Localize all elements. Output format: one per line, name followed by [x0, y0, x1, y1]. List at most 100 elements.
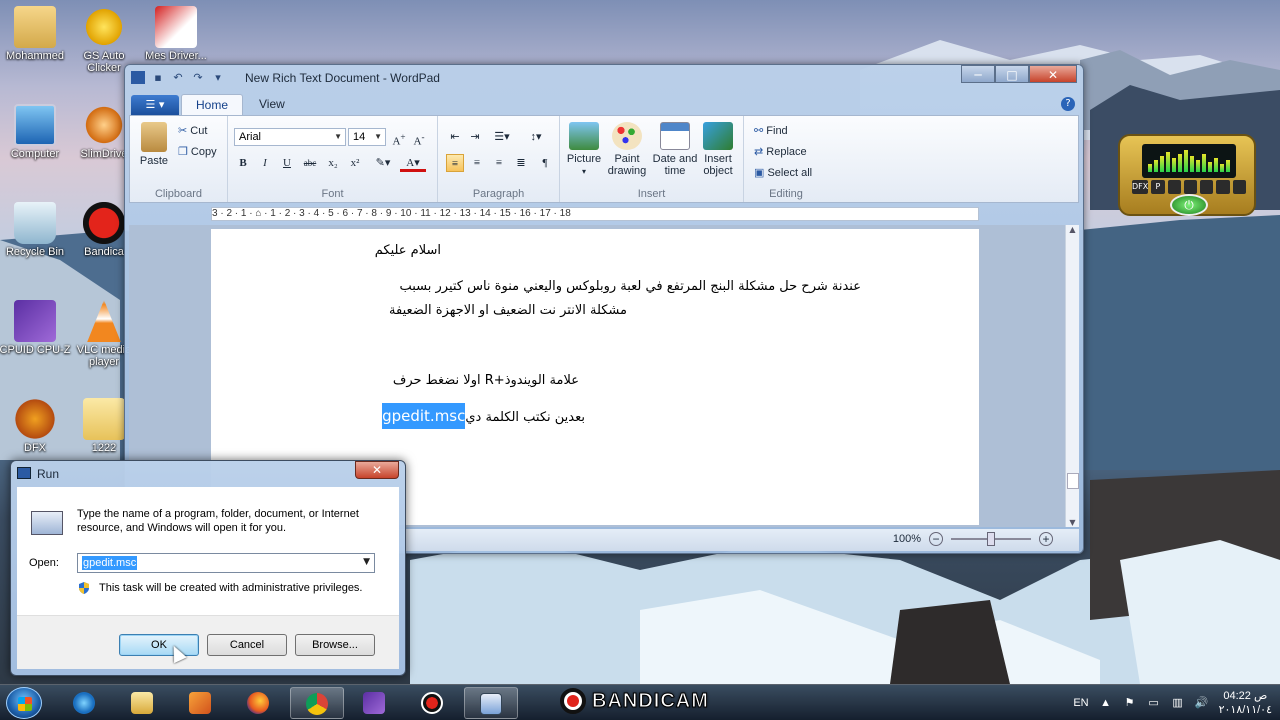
device-icon[interactable]: ▭ [1147, 696, 1161, 710]
taskbar-wordpad[interactable] [464, 687, 518, 719]
align-center-icon[interactable]: ≡ [468, 154, 486, 172]
help-icon[interactable]: ? [1061, 97, 1075, 111]
doc-line-3: مشكلة الانتر نت الضعيف او الاجهزة الضعيف… [389, 303, 627, 318]
scroll-down-icon[interactable]: ▼ [1066, 518, 1079, 527]
paste-button[interactable]: Paste [136, 122, 172, 167]
bullets-icon[interactable]: ☰▾ [488, 128, 516, 146]
date-time-button[interactable]: Date and time [652, 122, 698, 177]
increase-indent-icon[interactable]: ⇥ [466, 128, 484, 146]
close-button[interactable]: ✕ [1029, 65, 1077, 83]
zoom-in-button[interactable]: + [1039, 532, 1053, 546]
paragraph-dialog-icon[interactable]: ¶ [536, 154, 554, 172]
cut-button[interactable]: ✂ Cut [178, 124, 207, 137]
save-icon[interactable]: ▪ [151, 71, 165, 84]
taskbar-ie[interactable] [58, 687, 112, 719]
taskbar-media-player[interactable] [174, 687, 228, 719]
taskbar-bandicam[interactable] [406, 687, 460, 719]
select-all-button[interactable]: ▣ Select all [754, 166, 812, 179]
taskbar-chrome[interactable] [290, 687, 344, 719]
chevron-down-icon[interactable]: ▼ [363, 557, 370, 567]
desktop-icon-computer[interactable]: Computer [0, 104, 73, 160]
strikethrough-button[interactable]: abc [300, 154, 320, 172]
browse-button[interactable]: Browse... [295, 634, 375, 656]
chevron-down-icon: ▼ [374, 132, 382, 141]
picture-button[interactable]: Picture ▾ [566, 122, 602, 178]
vertical-scrollbar[interactable]: ▲ ▼ [1065, 225, 1079, 527]
widget-button-5[interactable] [1200, 180, 1214, 194]
widget-button-7[interactable] [1232, 180, 1247, 194]
tab-home[interactable]: Home [181, 94, 244, 115]
bold-button[interactable]: B [234, 154, 252, 172]
copy-button[interactable]: ❐ Copy [178, 145, 217, 158]
desktop-icon-mes-driver[interactable]: Mes Driver... [138, 6, 214, 62]
widget-button-6[interactable] [1216, 180, 1230, 194]
taskbar-firefox[interactable] [232, 687, 286, 719]
widget-button-3[interactable] [1167, 180, 1181, 194]
run-dialog[interactable]: Run ✕ Type the name of a program, folder… [10, 460, 406, 676]
ruler[interactable]: 3 · 2 · 1 · ⌂ · 1 · 2 · 3 · 4 · 5 · 6 · … [211, 207, 979, 221]
slimdrive-icon [83, 104, 125, 146]
font-size-select[interactable]: 14 ▼ [348, 128, 386, 146]
align-right-icon[interactable]: ≡ [490, 154, 508, 172]
start-button[interactable] [6, 687, 42, 719]
network-icon[interactable]: ▥ [1171, 696, 1185, 710]
wordpad-titlebar[interactable]: ▪ ↶ ↷ ▾ New Rich Text Document - WordPad… [125, 65, 1083, 91]
align-left-icon[interactable]: ≡ [446, 154, 464, 172]
underline-button[interactable]: U [278, 154, 296, 172]
scrollbar-thumb[interactable] [1067, 473, 1079, 489]
minimize-button[interactable]: ─ [961, 65, 995, 83]
copy-icon: ❐ [178, 146, 191, 158]
action-center-flag-icon[interactable]: ⚑ [1123, 696, 1137, 710]
recycle-bin-icon [14, 202, 56, 244]
taskbar-clock[interactable]: ص 04:22 ٢٠١٨/١١/٠٤ [1219, 689, 1272, 717]
font-color-icon[interactable]: A▾ [400, 154, 426, 172]
find-button[interactable]: ⚯ Find [754, 124, 788, 137]
superscript-button[interactable]: x² [346, 154, 364, 172]
language-indicator[interactable]: EN [1073, 697, 1088, 709]
zoom-out-button[interactable]: − [929, 532, 943, 546]
taskbar-cpu-z[interactable] [348, 687, 402, 719]
run-program-icon [31, 511, 63, 535]
insert-object-button[interactable]: Insert object [698, 122, 738, 177]
cancel-button[interactable]: Cancel [207, 634, 287, 656]
zoom-slider-knob[interactable] [987, 532, 995, 546]
justify-icon[interactable]: ≣ [512, 154, 530, 172]
power-icon[interactable]: ⏻ [1170, 194, 1208, 216]
dfx-button[interactable]: DFX [1132, 180, 1149, 194]
undo-icon[interactable]: ↶ [171, 71, 185, 84]
desktop-icon-recycle-bin[interactable]: Recycle Bin [0, 202, 73, 258]
paint-drawing-button[interactable]: Paint drawing [604, 122, 650, 177]
bandicam-watermark: BANDICAM [560, 686, 709, 716]
subscript-button[interactable]: x₂ [324, 154, 342, 172]
font-family-select[interactable]: Arial ▼ [234, 128, 346, 146]
tab-view[interactable]: View [245, 94, 299, 115]
grow-font-icon[interactable]: A+ [390, 128, 408, 148]
widget-button-4[interactable] [1183, 180, 1198, 194]
file-menu-button[interactable]: ☰ ▾ [131, 95, 179, 115]
star-icon [83, 6, 125, 48]
shrink-font-icon[interactable]: A- [410, 128, 428, 148]
ok-button[interactable]: OK [119, 634, 199, 656]
wordpad-app-icon[interactable] [131, 71, 145, 84]
chevron-down-icon[interactable]: ▾ [211, 71, 225, 84]
run-close-button[interactable]: ✕ [355, 461, 399, 479]
line-spacing-icon[interactable]: ↕▾ [522, 128, 550, 146]
decrease-indent-icon[interactable]: ⇤ [446, 128, 464, 146]
highlight-icon[interactable]: ✎▾ [370, 154, 396, 172]
show-hidden-icons-icon[interactable]: ▲ [1099, 696, 1113, 710]
desktop-icon-mohammed[interactable]: Mohammed [0, 6, 73, 62]
open-input[interactable]: gpedit.msc ▼ [77, 553, 375, 573]
maximize-button[interactable]: □ [995, 65, 1029, 83]
scroll-up-icon[interactable]: ▲ [1066, 225, 1079, 234]
replace-button[interactable]: ⇄ Replace [754, 145, 807, 158]
zoom-slider[interactable] [951, 532, 1031, 546]
italic-button[interactable]: I [256, 154, 274, 172]
desktop-icon-cpu-z[interactable]: CPUID CPU-Z [0, 300, 73, 356]
volume-icon[interactable]: 🔊 [1195, 696, 1209, 710]
preset-button[interactable]: P [1151, 180, 1165, 194]
desktop-icon-dfx[interactable]: DFX [0, 398, 73, 454]
redo-icon[interactable]: ↷ [191, 71, 205, 84]
open-input-value[interactable]: gpedit.msc [82, 556, 138, 570]
dfx-audio-widget[interactable]: DFX P ⏻ [1118, 134, 1256, 216]
taskbar-explorer[interactable] [116, 687, 170, 719]
